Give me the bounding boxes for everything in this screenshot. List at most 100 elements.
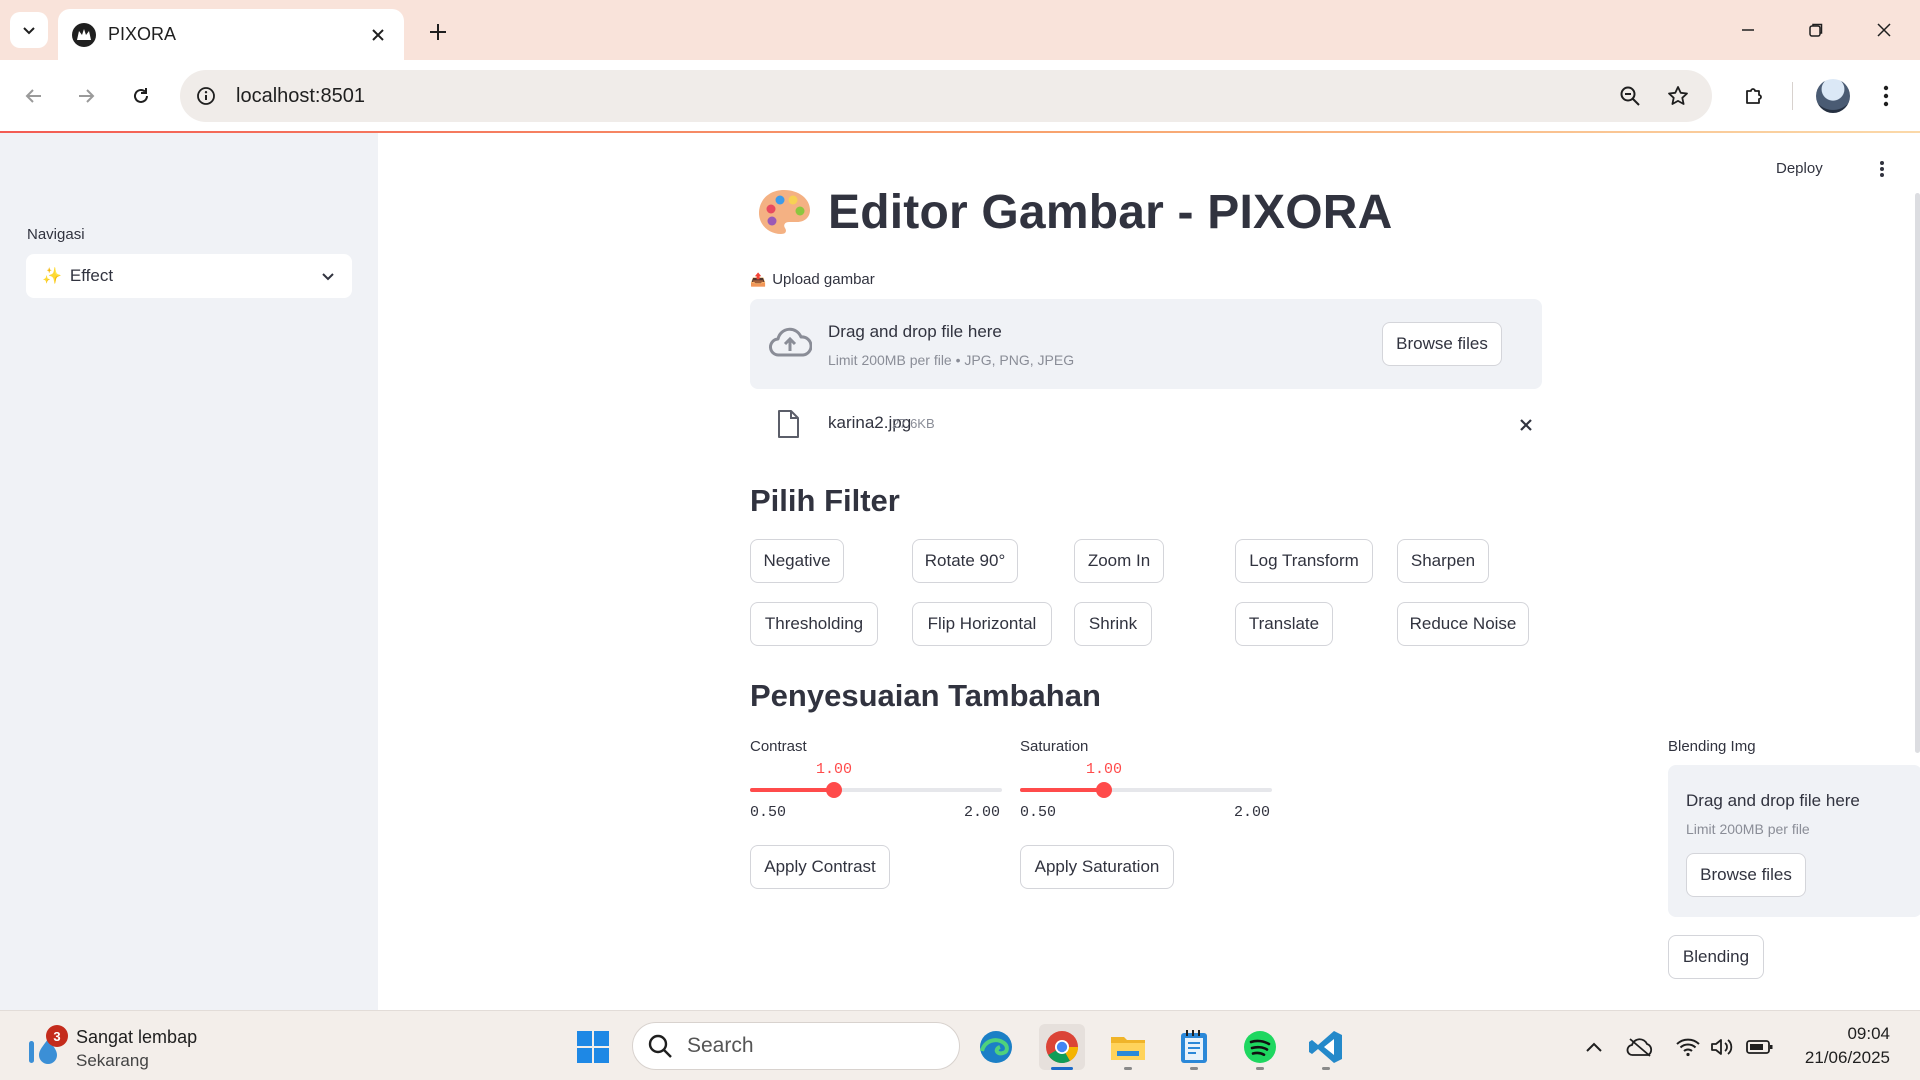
- filter-negative-button[interactable]: Negative: [750, 539, 844, 583]
- blending-dropzone[interactable]: Drag and drop file here Limit 200MB per …: [1668, 765, 1920, 917]
- search-icon: [648, 1034, 672, 1058]
- blending-label: Blending Img: [1668, 738, 1756, 755]
- filter-thresholding-button[interactable]: Thresholding: [750, 602, 878, 646]
- restore-window-icon[interactable]: [1794, 12, 1838, 48]
- contrast-min: 0.50: [750, 804, 787, 821]
- active-app-indicator: [1051, 1067, 1073, 1070]
- upload-label: 📤 Upload gambar: [750, 271, 875, 288]
- remove-file-close-icon[interactable]: [1514, 413, 1538, 437]
- tab-search-button[interactable]: [10, 12, 48, 48]
- upload-label-text: Upload gambar: [772, 271, 875, 288]
- edge-browser-icon[interactable]: [973, 1024, 1019, 1070]
- page-title-row: Editor Gambar - PIXORA: [756, 185, 1393, 240]
- filter-heading: Pilih Filter: [750, 483, 900, 518]
- tab-close-icon[interactable]: [366, 23, 390, 47]
- weather-time: Sekarang: [76, 1051, 149, 1070]
- volume-icon[interactable]: [1708, 1033, 1736, 1061]
- nav-label: Navigasi: [27, 226, 85, 243]
- onedrive-cloud-icon[interactable]: [1626, 1033, 1654, 1061]
- filter-sharpen-button[interactable]: Sharpen: [1397, 539, 1489, 583]
- contrast-slider-fill: [750, 788, 834, 792]
- vscode-icon[interactable]: [1303, 1024, 1349, 1070]
- bookmark-star-icon[interactable]: [1658, 76, 1698, 116]
- blending-button[interactable]: Blending: [1668, 935, 1764, 979]
- show-hidden-icons-chevron-up-icon[interactable]: [1580, 1033, 1608, 1061]
- page-title: Editor Gambar - PIXORA: [828, 186, 1393, 239]
- browser-menu-kebab-icon[interactable]: [1868, 78, 1904, 114]
- browser-tab-active[interactable]: PIXORA: [58, 9, 404, 60]
- chevron-down-icon: [322, 273, 334, 281]
- contrast-slider[interactable]: [750, 782, 1002, 798]
- dropzone-title: Drag and drop file here: [828, 322, 1002, 341]
- deploy-button[interactable]: Deploy: [1776, 160, 1823, 177]
- address-bar[interactable]: localhost:8501: [180, 70, 1712, 122]
- running-app-indicator: [1124, 1067, 1132, 1070]
- apply-saturation-button[interactable]: Apply Saturation: [1020, 845, 1174, 889]
- filter-rotate-button[interactable]: Rotate 90°: [912, 539, 1018, 583]
- zoom-icon[interactable]: [1610, 76, 1650, 116]
- notepad-icon[interactable]: [1171, 1024, 1217, 1070]
- toolbar-divider: [1792, 82, 1793, 110]
- saturation-slider-thumb[interactable]: [1096, 782, 1112, 798]
- back-arrow-icon[interactable]: [16, 78, 52, 114]
- apply-contrast-button[interactable]: Apply Contrast: [750, 845, 890, 889]
- contrast-slider-thumb[interactable]: [826, 782, 842, 798]
- app-menu-kebab-icon[interactable]: [1870, 157, 1894, 181]
- file-icon: [778, 410, 799, 438]
- blending-browse-files-button[interactable]: Browse files: [1686, 853, 1806, 897]
- wifi-icon[interactable]: [1674, 1033, 1702, 1061]
- battery-icon[interactable]: [1746, 1033, 1774, 1061]
- adjust-heading: Penyesuaian Tambahan: [750, 678, 1101, 713]
- nav-selected-value: Effect: [69, 266, 114, 285]
- spotify-icon[interactable]: [1237, 1024, 1283, 1070]
- reload-icon[interactable]: [123, 78, 159, 114]
- site-info-icon[interactable]: [190, 80, 222, 112]
- forward-arrow-icon[interactable]: [68, 78, 104, 114]
- filter-zoom-in-button[interactable]: Zoom In: [1074, 539, 1164, 583]
- close-window-icon[interactable]: [1862, 12, 1906, 48]
- weather-widget[interactable]: 3 Sangat lembap Sekarang: [26, 1025, 236, 1070]
- new-tab-plus-icon[interactable]: [420, 14, 456, 50]
- saturation-slider[interactable]: [1020, 782, 1272, 798]
- filter-reduce-noise-button[interactable]: Reduce Noise: [1397, 602, 1529, 646]
- filter-shrink-button[interactable]: Shrink: [1074, 602, 1152, 646]
- browse-files-button[interactable]: Browse files: [1382, 322, 1502, 366]
- file-dropzone[interactable]: Drag and drop file here Limit 200MB per …: [750, 299, 1542, 389]
- filter-flip-horizontal-button[interactable]: Flip Horizontal: [912, 602, 1052, 646]
- filter-translate-button[interactable]: Translate: [1235, 602, 1333, 646]
- uploaded-file-size: 27.6KB: [892, 416, 935, 431]
- taskbar: 3 Sangat lembap Sekarang Search 09:04 21…: [0, 1010, 1920, 1080]
- dropzone-limit: Limit 200MB per file • JPG, PNG, JPEG: [828, 352, 1075, 368]
- file-explorer-icon[interactable]: [1105, 1024, 1151, 1070]
- saturation-slider-fill: [1020, 788, 1104, 792]
- running-app-indicator: [1322, 1067, 1330, 1070]
- filter-log-transform-button[interactable]: Log Transform: [1235, 539, 1373, 583]
- blending-dropzone-title: Drag and drop file here: [1686, 791, 1860, 810]
- extensions-puzzle-icon[interactable]: [1736, 78, 1772, 114]
- saturation-value: 1.00: [1086, 761, 1123, 778]
- nav-selectbox[interactable]: ✨ Effect: [26, 254, 352, 298]
- streamlit-favicon-icon: [72, 22, 96, 47]
- sparkles-icon: ✨: [42, 268, 62, 285]
- windows-start-icon[interactable]: [570, 1024, 616, 1070]
- scrollbar[interactable]: [1915, 193, 1920, 753]
- contrast-value: 1.00: [816, 761, 853, 778]
- weather-condition: Sangat lembap: [76, 1027, 198, 1047]
- blending-dropzone-limit: Limit 200MB per file: [1686, 821, 1810, 837]
- running-app-indicator: [1190, 1067, 1198, 1070]
- taskbar-search[interactable]: Search: [632, 1022, 960, 1070]
- contrast-label: Contrast: [750, 738, 807, 755]
- search-placeholder: Search: [687, 1034, 754, 1057]
- system-clock[interactable]: 09:04 21/06/2025: [1805, 1022, 1890, 1070]
- cloud-upload-icon: [769, 327, 812, 357]
- url-text: localhost:8501: [236, 84, 365, 107]
- clock-time: 09:04: [1847, 1024, 1890, 1043]
- profile-avatar[interactable]: [1816, 79, 1850, 113]
- chrome-browser-icon[interactable]: [1039, 1024, 1085, 1070]
- palette-icon: [759, 189, 810, 234]
- saturation-max: 2.00: [1234, 804, 1271, 821]
- running-app-indicator: [1256, 1067, 1264, 1070]
- contrast-max: 2.00: [964, 804, 1001, 821]
- minimize-window-icon[interactable]: [1726, 12, 1770, 48]
- browser-toolbar: localhost:8501: [0, 60, 1920, 132]
